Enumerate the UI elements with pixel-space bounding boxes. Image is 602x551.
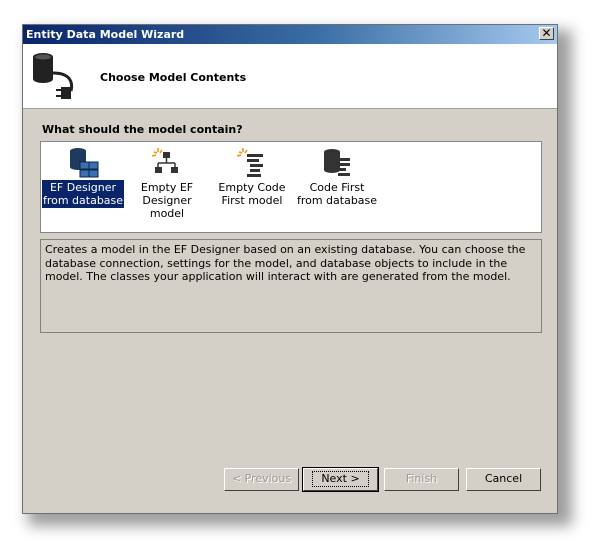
model-contents-list[interactable]: EF Designer from database Empty EF Desig… [40,141,542,233]
previous-button-label: < Previous [231,472,292,485]
wizard-button-bar: < Previous Next > Finish Cancel [23,465,557,492]
option-label: Empty EF Designer model [140,181,194,220]
option-empty-ef-designer-model[interactable]: Empty EF Designer model [126,144,208,220]
title-bar[interactable]: Entity Data Model Wizard ✕ [23,25,557,44]
finish-button-label: Finish [405,472,438,485]
cancel-button[interactable]: Cancel [466,468,541,491]
database-plug-icon [33,53,74,99]
wizard-dialog: Entity Data Model Wizard ✕ Choose Model … [22,24,558,514]
option-label: Empty Code First model [218,181,286,207]
wizard-header: Choose Model Contents [23,44,557,109]
option-label: Code First from database [296,181,378,207]
model-contents-question: What should the model contain? [42,123,243,136]
option-ef-designer-from-database[interactable]: EF Designer from database [42,144,124,214]
database-tables-icon [70,148,99,178]
next-button-label: Next > [312,471,369,487]
database-code-icon [324,149,350,176]
finish-button[interactable]: Finish [384,468,459,491]
hierarchy-spark-icon [151,148,178,173]
option-description: Creates a model in the EF Designer based… [40,239,542,333]
page-title: Choose Model Contents [100,71,247,84]
cancel-button-label: Cancel [484,472,523,485]
close-button[interactable]: ✕ [539,27,554,40]
previous-button[interactable]: < Previous [224,468,299,491]
option-label: EF Designer from database [42,180,124,208]
code-first-spark-icon [236,148,263,177]
option-empty-code-first-model[interactable]: Empty Code First model [211,144,293,214]
option-code-first-from-database[interactable]: Code First from database [296,144,378,214]
window-title: Entity Data Model Wizard [26,28,185,41]
next-button[interactable]: Next > [302,467,379,492]
close-icon: ✕ [541,26,552,40]
